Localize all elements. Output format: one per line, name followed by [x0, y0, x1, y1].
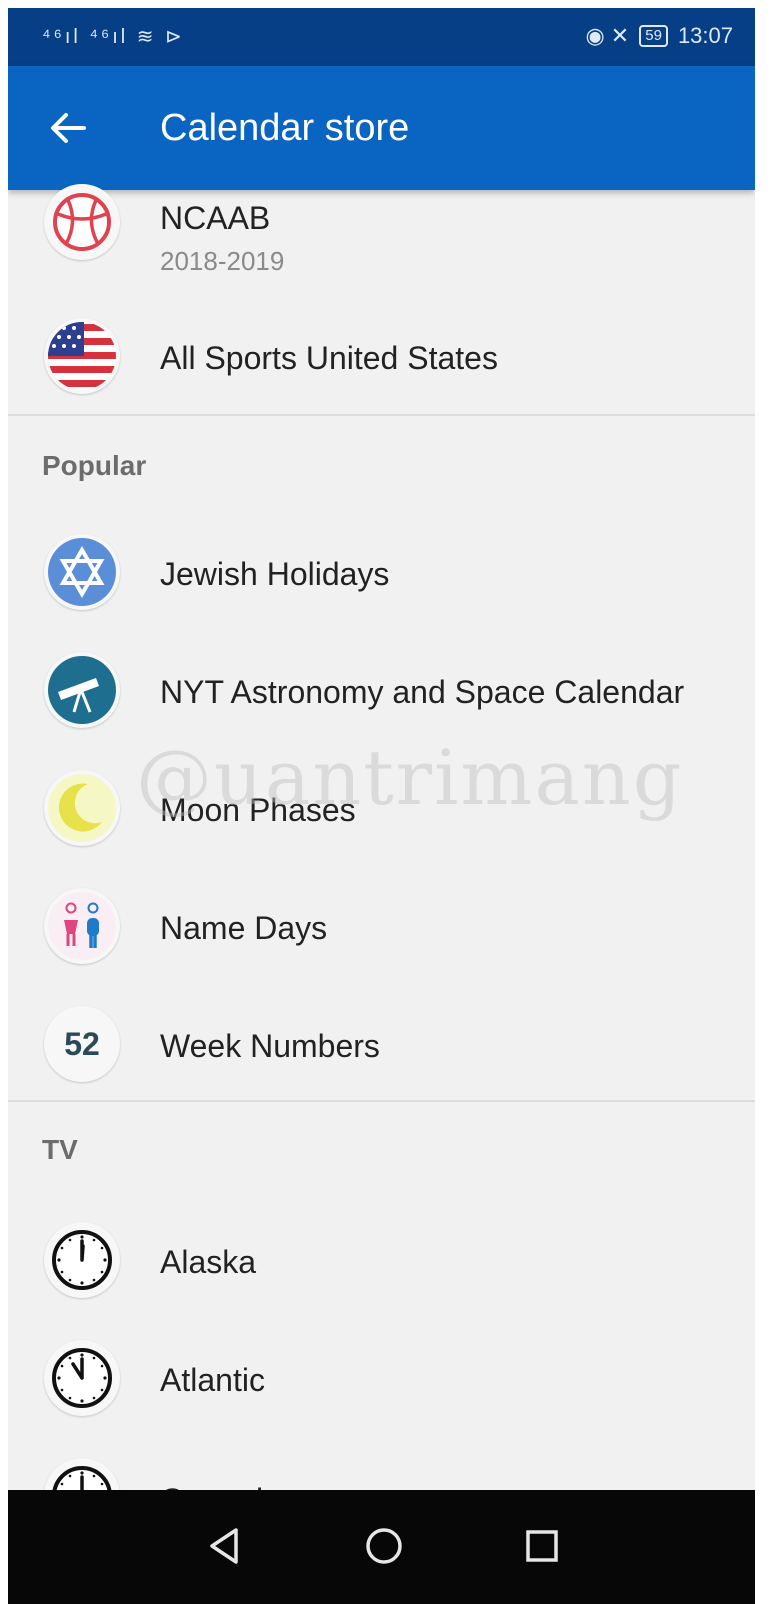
status-right: ◉ ✕ 59 13:07	[586, 23, 734, 49]
us-flag-icon	[44, 318, 120, 394]
item-subtitle: 2018-2019	[160, 246, 285, 276]
list-item-atlantic[interactable]: Atlantic	[8, 1332, 755, 1442]
eye-mute-icons: ◉ ✕	[585, 23, 630, 48]
screen: ⁴⁶ıl ⁴⁶ıl ≋ ⊳ ◉ ✕ 59 13:07 Calendar stor…	[8, 8, 755, 1604]
item-title: NCAAB	[160, 200, 271, 236]
week-number-icon: 52	[44, 1006, 120, 1082]
nav-back-icon[interactable]	[196, 1516, 256, 1576]
list-item-name-days[interactable]: Name Days	[8, 880, 755, 990]
crescent-moon-icon	[44, 770, 120, 846]
clock-time: 13:07	[677, 23, 733, 48]
list-item-nyt-astronomy[interactable]: NYT Astronomy and Space Calendar	[8, 644, 755, 754]
list-item-all-sports-us[interactable]: All Sports United States	[8, 310, 755, 420]
list-item-jewish-holidays[interactable]: Jewish Holidays	[8, 526, 755, 636]
item-title: Jewish Holidays	[160, 556, 390, 592]
clock-icon	[44, 1340, 120, 1416]
section-divider	[8, 1100, 755, 1102]
item-title: Atlantic	[160, 1362, 265, 1398]
list-item-alaska[interactable]: Alaska	[8, 1214, 755, 1324]
clock-icon	[44, 1222, 120, 1298]
item-title: Alaska	[160, 1244, 257, 1280]
list-item-week-numbers[interactable]: 52 Week Numbers	[8, 998, 755, 1108]
battery-icon: 59	[639, 25, 668, 47]
status-bar: ⁴⁶ıl ⁴⁶ıl ≋ ⊳ ◉ ✕ 59 13:07	[8, 8, 755, 66]
item-title: NYT Astronomy and Space Calendar	[160, 674, 685, 710]
page-title: Calendar store	[160, 107, 410, 149]
nav-recents-icon[interactable]	[512, 1516, 572, 1576]
list-item-ncaab[interactable]: NCAAB 2018-2019	[8, 184, 755, 300]
section-header-tv: TV	[42, 1134, 78, 1165]
week-number-text: 52	[64, 1025, 100, 1062]
section-header-popular: Popular	[42, 450, 147, 481]
item-title: Name Days	[160, 910, 328, 946]
telescope-icon	[44, 652, 120, 728]
list-item-moon-phases[interactable]: Moon Phases	[8, 762, 755, 872]
app-bar: Calendar store	[8, 66, 755, 190]
system-nav-bar	[8, 1490, 755, 1604]
item-title: Week Numbers	[160, 1028, 380, 1064]
back-arrow-icon[interactable]	[46, 106, 90, 150]
section-divider	[8, 414, 755, 416]
nav-home-icon[interactable]	[354, 1516, 414, 1576]
item-title: Moon Phases	[160, 792, 356, 828]
basketball-icon	[44, 184, 120, 260]
signal-wifi-icons: ⁴⁶ıl ⁴⁶ıl ≋ ⊳	[42, 26, 185, 48]
item-title: All Sports United States	[160, 340, 498, 376]
people-icon	[44, 888, 120, 964]
star-of-david-icon	[44, 534, 120, 610]
